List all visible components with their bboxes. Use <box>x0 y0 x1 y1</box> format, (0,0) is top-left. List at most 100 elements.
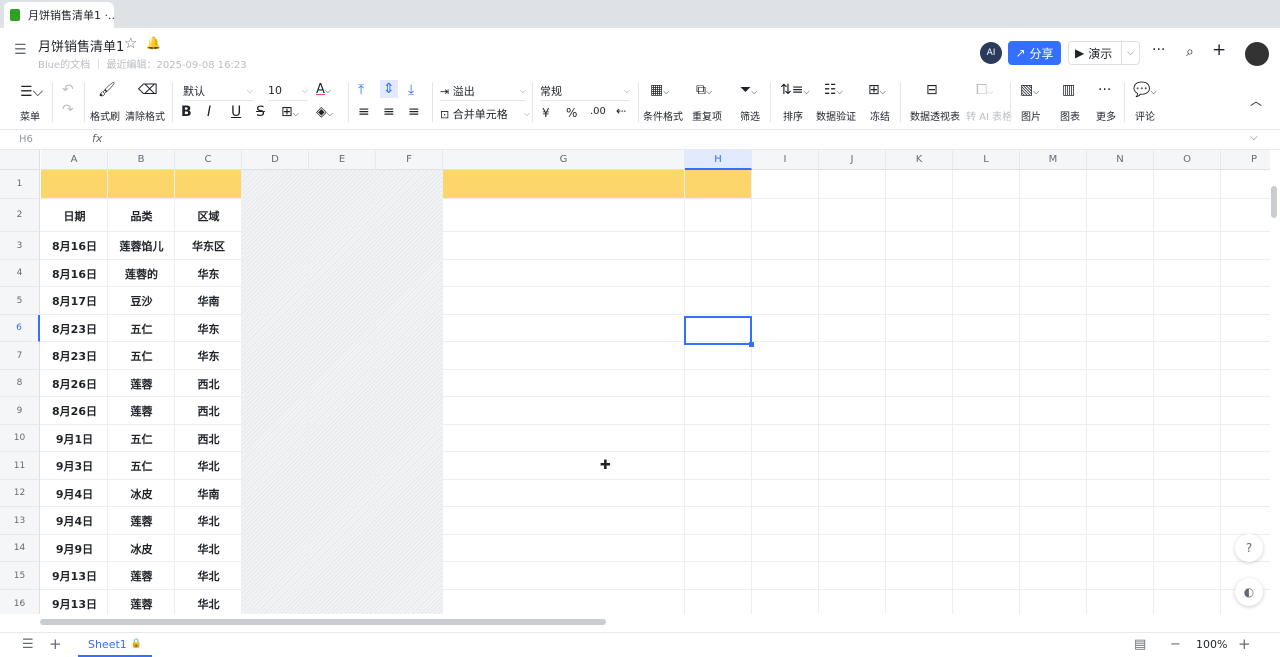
present-button[interactable]: ▶ 演示 ⌵ <box>1068 41 1140 65</box>
add-sheet-icon[interactable]: + <box>49 635 62 653</box>
row-header-15[interactable]: 15 <box>0 562 40 590</box>
cell-b2[interactable]: 品类 <box>108 199 175 232</box>
row-header-2[interactable]: 2 <box>0 199 40 232</box>
sort-icon[interactable]: ⇅≡⌵ <box>780 82 810 98</box>
column-header-b[interactable]: B <box>108 150 175 170</box>
cell-c5[interactable]: 华南 <box>175 287 242 315</box>
data-validation-icon[interactable]: ☷⌵ <box>824 82 843 98</box>
cell-c15[interactable]: 华北 <box>175 562 242 590</box>
pivot-table-label[interactable]: 数据透视表 <box>910 108 960 123</box>
column-header-a[interactable]: A <box>41 150 108 170</box>
filter-icon[interactable]: ⏷⌵ <box>740 82 757 98</box>
column-header-j[interactable]: J <box>819 150 886 170</box>
cell-c12[interactable]: 华南 <box>175 480 242 507</box>
column-header-p[interactable]: P <box>1221 150 1270 170</box>
cell-a13[interactable]: 9月4日 <box>41 507 108 535</box>
overflow-select[interactable]: ⇥ 溢出 ⌵ <box>440 81 526 101</box>
column-header-k[interactable]: K <box>886 150 953 170</box>
zoom-level[interactable]: 100% <box>1196 638 1227 651</box>
fill-handle[interactable] <box>749 342 754 347</box>
row-header-12[interactable]: 12 <box>0 480 40 507</box>
cell-a3[interactable]: 8月16日 <box>41 232 108 260</box>
cell-a11[interactable]: 9月3日 <box>41 452 108 480</box>
cell-b3[interactable]: 莲蓉馅儿 <box>108 232 175 260</box>
add-icon[interactable]: + <box>1212 40 1226 60</box>
comment-label[interactable]: 评论 <box>1135 108 1155 123</box>
cell-a12[interactable]: 9月4日 <box>41 480 108 507</box>
zoom-in-icon[interactable]: + <box>1238 635 1251 653</box>
cell-b9[interactable]: 莲蓉 <box>108 397 175 425</box>
vertical-scrollbar[interactable] <box>1271 186 1277 218</box>
image-icon[interactable]: ▧⌵ <box>1020 82 1039 98</box>
more-icon[interactable]: ··· <box>1152 42 1165 58</box>
cell-a15[interactable]: 9月13日 <box>41 562 108 590</box>
font-color-icon[interactable]: A⌵ <box>316 82 331 97</box>
column-header-i[interactable]: I <box>752 150 819 170</box>
format-painter-label[interactable]: 格式刷 <box>90 108 120 123</box>
italic-icon[interactable]: I <box>207 104 211 120</box>
conditional-format-icon[interactable]: ▦⌵ <box>650 82 669 98</box>
row-header-3[interactable]: 3 <box>0 232 40 260</box>
sheet-list-icon[interactable]: ☰ <box>22 637 34 652</box>
expand-formula-icon[interactable]: ⌵ <box>1250 132 1258 143</box>
strikethrough-icon[interactable]: S <box>256 104 265 120</box>
cell-b10[interactable]: 五仁 <box>108 425 175 452</box>
row-header-13[interactable]: 13 <box>0 507 40 535</box>
cell-a4[interactable]: 8月16日 <box>41 260 108 287</box>
horizontal-scrollbar[interactable] <box>40 619 606 625</box>
search-icon[interactable]: ⌕ <box>1186 44 1194 60</box>
clear-format-label[interactable]: 清除格式 <box>125 108 165 123</box>
cell-reference[interactable]: H6 <box>19 134 33 145</box>
freeze-label[interactable]: 冻结 <box>870 108 890 123</box>
border-icon[interactable]: ⊞⌵ <box>281 104 299 120</box>
cell-b11[interactable]: 五仁 <box>108 452 175 480</box>
cell-a2[interactable]: 日期 <box>41 199 108 232</box>
selected-cell-h6[interactable] <box>684 316 754 347</box>
cell-b7[interactable]: 五仁 <box>108 342 175 370</box>
row-header-4[interactable]: 4 <box>0 260 40 287</box>
currency-button[interactable]: ¥ <box>542 106 550 120</box>
bell-icon[interactable]: 🔔 <box>146 36 161 50</box>
row-header-16[interactable]: 16 <box>0 590 40 614</box>
align-top-icon[interactable]: ⤒ <box>358 82 364 98</box>
align-middle-icon[interactable]: ⇕ <box>380 80 398 98</box>
column-header-h[interactable]: H <box>685 150 752 170</box>
cell-a16[interactable]: 9月13日 <box>41 590 108 614</box>
cell-c13[interactable]: 华北 <box>175 507 242 535</box>
font-size-select[interactable]: 10 ⌵ <box>268 81 308 101</box>
decimal-decrease-icon[interactable]: ⇠ <box>616 104 626 118</box>
column-header-c[interactable]: C <box>175 150 242 170</box>
theme-toggle-icon[interactable]: ◐ <box>1235 578 1263 606</box>
doc-title[interactable]: 月饼销售清单1 <box>38 36 124 55</box>
align-right-icon[interactable]: ≡ <box>408 104 420 120</box>
cell-a10[interactable]: 9月1日 <box>41 425 108 452</box>
sheet-tab[interactable]: Sheet1 🔒 <box>78 633 152 657</box>
underline-icon[interactable]: U <box>231 104 241 120</box>
cell-b8[interactable]: 莲蓉 <box>108 370 175 397</box>
column-header-n[interactable]: N <box>1087 150 1154 170</box>
cell-a5[interactable]: 8月17日 <box>41 287 108 315</box>
help-icon[interactable]: ? <box>1235 534 1263 562</box>
chart-label[interactable]: 图表 <box>1060 108 1080 123</box>
share-button[interactable]: ↗ 分享 <box>1008 41 1061 65</box>
cell-a14[interactable]: 9月9日 <box>41 535 108 562</box>
spreadsheet-grid[interactable]: ABCDEFGHIJKLMNOP 1 2 3 4 5 6 7 8 9 10 11 12 13 14 15 16… <box>0 150 1270 614</box>
column-header-d[interactable]: D <box>242 150 309 170</box>
user-avatar[interactable] <box>1245 42 1269 66</box>
duplicate-icon[interactable]: ⧉⌵ <box>696 82 712 98</box>
align-left-icon[interactable]: ≡ <box>358 104 370 120</box>
freeze-icon[interactable]: ⊞⌵ <box>868 82 886 98</box>
column-header-e[interactable]: E <box>309 150 376 170</box>
more-tools-icon[interactable]: ··· <box>1098 82 1111 98</box>
chart-icon[interactable]: ▥ <box>1062 82 1075 98</box>
font-family-select[interactable]: 默认 ⌵ <box>183 81 253 101</box>
column-header-o[interactable]: O <box>1154 150 1221 170</box>
row-header-10[interactable]: 10 <box>0 425 40 452</box>
cell-c11[interactable]: 华北 <box>175 452 242 480</box>
layout-icon[interactable]: ▤ <box>1134 637 1146 652</box>
pivot-table-icon[interactable]: ⊟ <box>926 82 938 98</box>
duplicate-label[interactable]: 重复项 <box>692 108 722 123</box>
row-header-9[interactable]: 9 <box>0 397 40 425</box>
row-header-14[interactable]: 14 <box>0 535 40 562</box>
fill-color-icon[interactable]: ◈⌵ <box>316 104 333 120</box>
